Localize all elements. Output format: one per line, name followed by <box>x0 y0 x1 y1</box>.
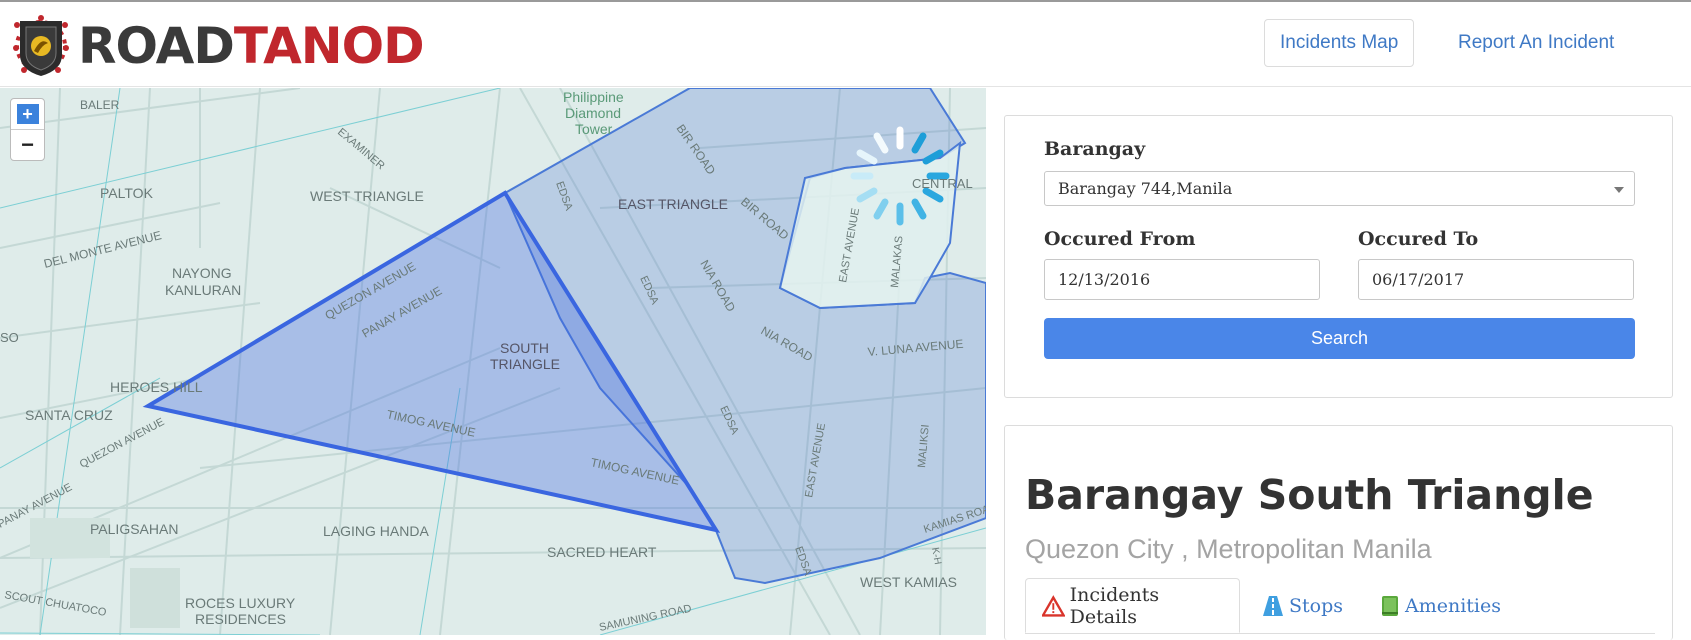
map-label: NAYONG <box>172 265 232 281</box>
brand-part-tanod: TANOD <box>233 17 425 75</box>
filter-panel: Barangay Barangay 744,Manila Occured Fro… <box>1004 115 1673 398</box>
from-label: Occured From <box>1044 228 1196 250</box>
tab-incidents-details[interactable]: Incidents Details <box>1025 578 1240 633</box>
tab-label: Stops <box>1289 594 1344 617</box>
map-label: ROCES LUXURY <box>185 595 296 611</box>
map-label: SANTA CRUZ <box>25 407 113 423</box>
map-label: TRIANGLE <box>490 356 560 372</box>
map-label: SOUTH <box>500 340 549 356</box>
map-label: Diamond <box>565 105 621 121</box>
details-tabs: Incidents Details Stops Amenities <box>1025 578 1655 634</box>
map-label: BALER <box>80 98 120 112</box>
barangay-select[interactable]: Barangay 744,Manila <box>1044 171 1635 206</box>
map-label: PALTOK <box>100 185 154 201</box>
map-label: WEST TRIANGLE <box>310 188 424 204</box>
map-label: SACRED HEART <box>547 544 657 560</box>
map-label: EXAMINER <box>335 126 387 172</box>
location-subtitle: Quezon City , Metropolitan Manila <box>1025 534 1432 564</box>
map-label: QUEZON AVENUE <box>78 416 167 471</box>
road-icon <box>1263 595 1283 616</box>
chevron-down-icon <box>1614 187 1624 193</box>
navbar: ROADTANOD Incidents Map Report An Incide… <box>0 2 1691 87</box>
map-label: Tower <box>575 121 613 137</box>
zoom-in-label: + <box>16 104 39 124</box>
barangay-label: Barangay <box>1044 138 1146 160</box>
from-date-value: 12/13/2016 <box>1058 270 1151 289</box>
map-label: SCOUT CHUATOCO <box>3 589 107 619</box>
book-icon <box>1382 595 1398 616</box>
barangay-select-value: Barangay 744,Manila <box>1058 179 1233 198</box>
map-view[interactable]: BALER Philippine Diamond Tower EXAMINER … <box>0 88 986 635</box>
warning-icon <box>1042 594 1065 617</box>
to-label: Occured To <box>1358 228 1479 250</box>
map-label: WEST KAMIAS <box>860 574 957 590</box>
tab-amenities[interactable]: Amenities <box>1380 578 1501 633</box>
details-panel: Barangay South Triangle Quezon City , Me… <box>1004 425 1673 640</box>
map-label: K-H <box>929 547 943 566</box>
search-button[interactable]: Search <box>1044 318 1635 359</box>
map-label: Philippine <box>563 89 624 105</box>
zoom-in-button[interactable]: + <box>11 99 44 130</box>
map-label: CENTRAL <box>912 176 973 191</box>
brand-wordmark: ROADTANOD <box>78 21 425 71</box>
map-label: RESIDENCES <box>195 611 286 627</box>
map-label: DEL MONTE AVENUE <box>42 228 163 271</box>
zoom-out-button[interactable]: − <box>11 130 44 160</box>
map-canvas[interactable]: BALER Philippine Diamond Tower EXAMINER … <box>0 88 986 635</box>
map-label: LAGING HANDA <box>323 523 429 539</box>
tab-label: Incidents Details <box>1069 583 1160 628</box>
report-incident-link[interactable]: Report An Incident <box>1458 19 1614 67</box>
map-label: PALIGSAHAN <box>90 521 178 537</box>
incidents-map-button[interactable]: Incidents Map <box>1264 19 1415 67</box>
map-label: SO <box>0 330 19 345</box>
page-title: Barangay South Triangle <box>1025 471 1594 519</box>
map-label: SAMUNING ROAD <box>598 603 693 634</box>
zoom-control: + − <box>10 98 45 161</box>
brand-part-road: ROAD <box>78 17 235 75</box>
tab-stops[interactable]: Stops <box>1262 578 1343 633</box>
badge-logo-icon <box>13 15 69 76</box>
from-date-input[interactable]: 12/13/2016 <box>1044 259 1320 300</box>
to-date-value: 06/17/2017 <box>1372 270 1465 289</box>
map-label: HEROES HILL <box>110 379 203 395</box>
map-label: EAST TRIANGLE <box>618 196 728 212</box>
to-date-input[interactable]: 06/17/2017 <box>1358 259 1634 300</box>
tab-label: Amenities <box>1405 594 1502 617</box>
brand-logo[interactable]: ROADTANOD <box>12 12 425 80</box>
map-label: KANLURAN <box>165 282 241 298</box>
